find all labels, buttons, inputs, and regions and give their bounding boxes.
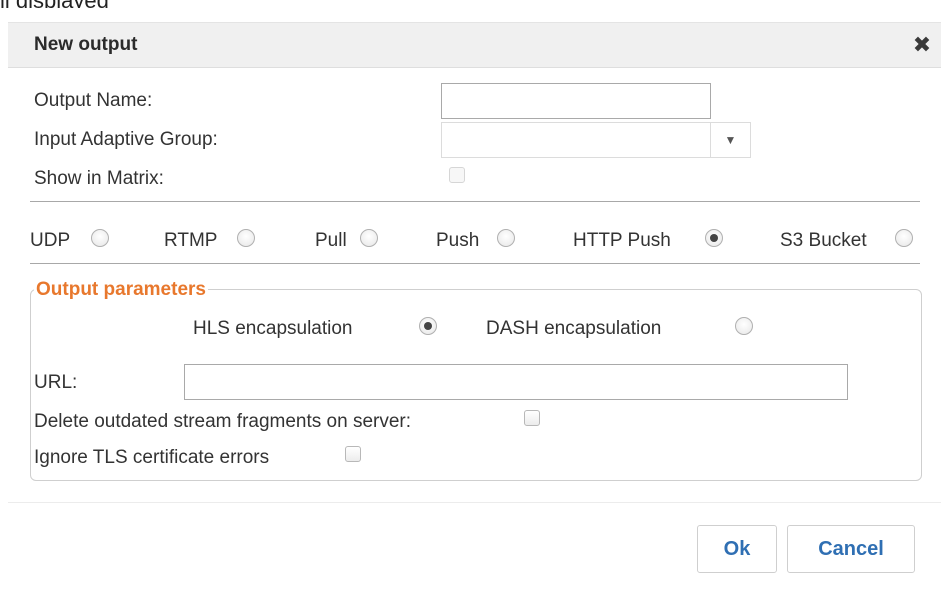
url-input[interactable] — [184, 364, 848, 400]
ignore-tls-label: Ignore TLS certificate errors — [34, 447, 270, 468]
output-type-s3-bucket-radio[interactable] — [895, 229, 913, 247]
output-type-rtmp-label: RTMP — [164, 230, 218, 251]
input-adaptive-group-select[interactable]: ▼ — [441, 122, 751, 158]
delete-outdated-checkbox[interactable] — [524, 410, 540, 426]
close-icon[interactable]: ✖ — [909, 32, 935, 58]
dash-encapsulation-label: DASH encapsulation — [486, 318, 662, 339]
delete-outdated-label: Delete outdated stream fragments on serv… — [34, 411, 412, 432]
output-type-pull-label: Pull — [315, 230, 347, 251]
output-type-push-radio[interactable] — [497, 229, 515, 247]
output-name-input[interactable] — [441, 83, 711, 119]
new-output-dialog: New output ✖ Output Name: Input Adaptive… — [8, 8, 941, 597]
show-in-matrix-label: Show in Matrix: — [34, 168, 164, 189]
divider-bottom — [30, 263, 920, 264]
output-parameters-legend: Output parameters — [34, 279, 208, 301]
output-type-udp-radio[interactable] — [91, 229, 109, 247]
show-in-matrix-checkbox[interactable] — [449, 167, 465, 183]
output-type-pull-radio[interactable] — [360, 229, 378, 247]
chevron-down-icon[interactable]: ▼ — [710, 123, 750, 157]
output-type-http-push-label: HTTP Push — [573, 230, 671, 251]
output-type-rtmp-radio[interactable] — [237, 229, 255, 247]
dialog-titlebar: New output ✖ — [8, 22, 941, 68]
output-type-s3-bucket-label: S3 Bucket — [780, 230, 867, 251]
output-name-label: Output Name: — [34, 90, 153, 111]
footer-divider — [8, 502, 941, 503]
dialog-title: New output — [34, 34, 138, 55]
hls-encapsulation-label: HLS encapsulation — [193, 318, 353, 339]
input-adaptive-group-label: Input Adaptive Group: — [34, 129, 218, 150]
ignore-tls-checkbox[interactable] — [345, 446, 361, 462]
output-type-push-label: Push — [436, 230, 480, 251]
divider-top — [30, 201, 920, 202]
ok-button[interactable]: Ok — [697, 525, 777, 573]
cancel-button[interactable]: Cancel — [787, 525, 915, 573]
hls-encapsulation-radio[interactable] — [419, 317, 437, 335]
output-type-udp-label: UDP — [30, 230, 71, 251]
output-type-http-push-radio[interactable] — [705, 229, 723, 247]
url-label: URL: — [34, 372, 78, 393]
dash-encapsulation-radio[interactable] — [735, 317, 753, 335]
